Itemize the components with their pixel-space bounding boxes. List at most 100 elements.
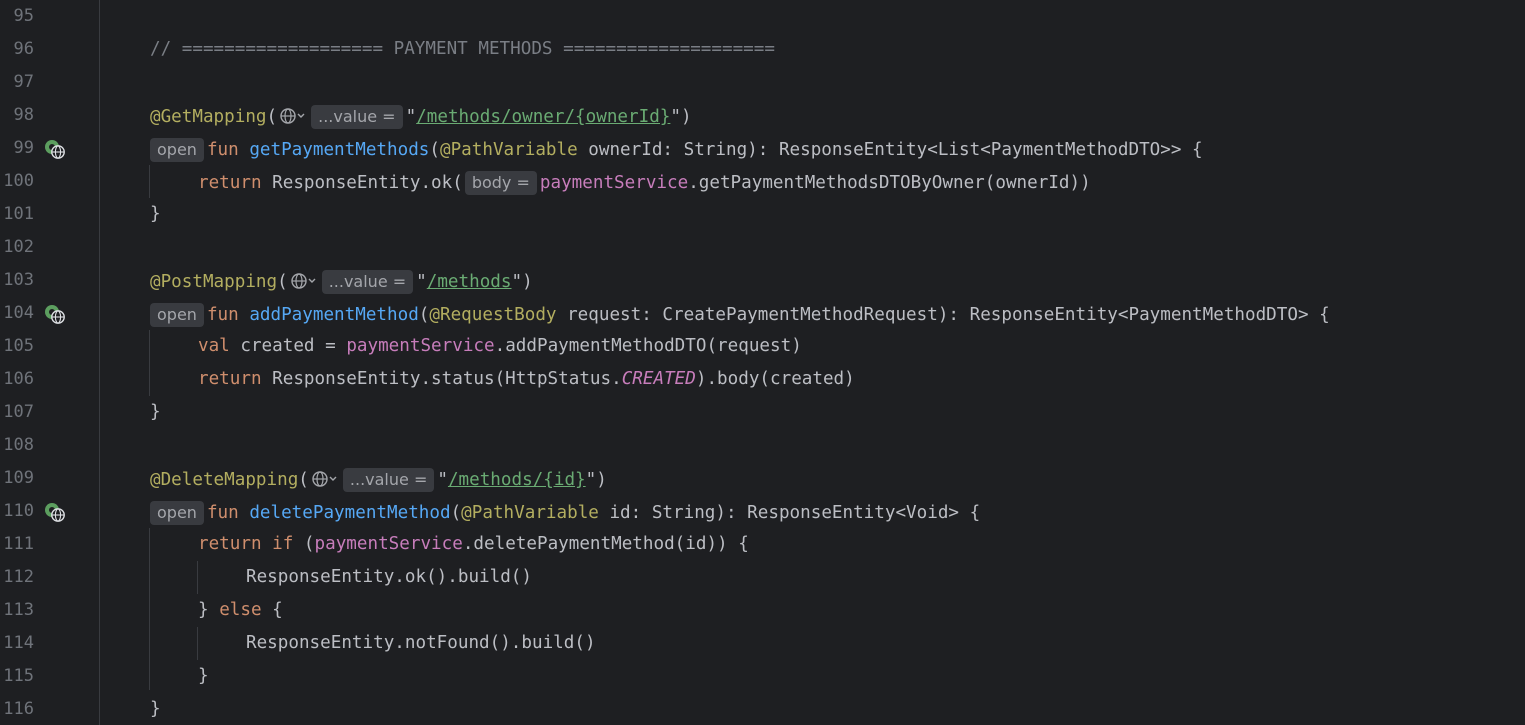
code-text: { xyxy=(261,600,283,620)
code-line[interactable]: 115 } xyxy=(0,660,1525,693)
param-annotation: @RequestBody xyxy=(429,305,557,325)
code-text: .addPaymentMethodDTO(request) xyxy=(494,336,802,356)
line-number: 110 xyxy=(3,501,34,521)
line-number: 100 xyxy=(3,171,34,191)
line-number: 112 xyxy=(3,567,34,587)
enum-constant[interactable]: CREATED xyxy=(622,369,696,389)
code-text: .getPaymentMethodsDTOByOwner(ownerId)) xyxy=(688,173,1091,193)
code-text: ResponseEntity.status(HttpStatus. xyxy=(261,369,622,389)
keyword-fun: fun xyxy=(206,503,239,523)
line-number: 105 xyxy=(3,336,34,356)
code-line[interactable]: 104 open fun addPaymentMethod(@RequestBod… xyxy=(0,297,1525,330)
keyword-else: else xyxy=(219,600,262,620)
keyword-return: return xyxy=(198,173,262,193)
line-number: 115 xyxy=(3,666,34,686)
endpoint-path-link[interactable]: /methods xyxy=(427,272,512,292)
closing-brace: } xyxy=(150,402,161,422)
function-name[interactable]: getPaymentMethods xyxy=(249,140,429,160)
code-text: ResponseEntity.notFound().build() xyxy=(246,633,596,653)
endpoint-path-link[interactable]: /methods/{id} xyxy=(448,470,586,490)
code-line[interactable]: 108 xyxy=(0,429,1525,462)
endpoint-path-link[interactable]: /methods/owner/{ownerId} xyxy=(416,107,670,127)
line-number: 103 xyxy=(3,270,34,290)
signature-rest: id: String): ResponseEntity<Void> { xyxy=(598,503,981,523)
keyword-fun: fun xyxy=(206,140,239,160)
code-line[interactable]: 98 @GetMapping(...value = "/methods/owner… xyxy=(0,99,1525,132)
code-line[interactable]: 114 ResponseEntity.notFound().build() xyxy=(0,627,1525,660)
annotation-get-mapping: @GetMapping xyxy=(150,107,267,127)
open-modifier-hint: open xyxy=(150,303,204,327)
code-text: } xyxy=(198,600,220,620)
field-reference[interactable]: paymentService xyxy=(540,173,688,193)
field-reference[interactable]: paymentService xyxy=(315,534,463,554)
code-line[interactable]: 102 xyxy=(0,231,1525,264)
code-line[interactable]: 105 val created = paymentService.addPaym… xyxy=(0,330,1525,363)
code-line[interactable]: 101 } xyxy=(0,198,1525,231)
code-line[interactable]: 107 } xyxy=(0,396,1525,429)
section-comment: // =================== PAYMENT METHODS =… xyxy=(150,39,775,59)
line-number: 97 xyxy=(13,72,34,92)
code-line[interactable]: 113 } else { xyxy=(0,594,1525,627)
code-line[interactable]: 97 xyxy=(0,66,1525,99)
code-line[interactable]: 100 return ResponseEntity.ok(body = payme… xyxy=(0,165,1525,198)
code-line[interactable]: 96 // =================== PAYMENT METHOD… xyxy=(0,33,1525,66)
code-line[interactable]: 112 ResponseEntity.ok().build() xyxy=(0,561,1525,594)
signature-rest: request: CreatePaymentMethodRequest): Re… xyxy=(556,305,1330,325)
function-name[interactable]: deletePaymentMethod xyxy=(249,503,450,523)
param-annotation: @PathVariable xyxy=(461,503,599,523)
globe-chevron-icon[interactable] xyxy=(290,272,318,296)
line-number: 113 xyxy=(3,600,34,620)
parameter-hint: ...value = xyxy=(321,270,414,294)
code-line[interactable]: 103 @PostMapping(...value = "/methods") xyxy=(0,264,1525,297)
line-number: 111 xyxy=(3,534,34,554)
keyword-if: if xyxy=(272,534,294,554)
line-number: 106 xyxy=(3,369,34,389)
keyword-val: val xyxy=(198,336,230,356)
code-line[interactable]: 109 @DeleteMapping(...value = "/methods/{… xyxy=(0,462,1525,495)
code-line[interactable]: 95 xyxy=(0,0,1525,33)
annotation-post-mapping: @PostMapping xyxy=(150,272,278,292)
code-text: .deletePaymentMethod(id)) { xyxy=(462,534,749,554)
keyword-fun: fun xyxy=(206,305,239,325)
parameter-hint: body = xyxy=(464,171,537,195)
run-endpoint-globe-icon[interactable] xyxy=(44,501,66,523)
run-endpoint-globe-icon[interactable] xyxy=(44,138,66,160)
line-number: 104 xyxy=(3,303,34,323)
line-number: 109 xyxy=(3,468,34,488)
closing-brace: } xyxy=(198,666,209,686)
line-number: 102 xyxy=(3,237,34,257)
code-text: ( xyxy=(293,534,315,554)
code-line[interactable]: 99 open fun getPaymentMethods(@PathVariab… xyxy=(0,132,1525,165)
line-number: 107 xyxy=(3,402,34,422)
field-reference[interactable]: paymentService xyxy=(346,336,494,356)
param-annotation: @PathVariable xyxy=(439,140,578,160)
signature-rest: ownerId: String): ResponseEntity<List<Pa… xyxy=(577,140,1203,160)
line-number: 114 xyxy=(3,633,34,653)
line-number: 101 xyxy=(3,204,34,224)
open-modifier-hint: open xyxy=(150,138,204,162)
open-modifier-hint: open xyxy=(150,501,204,525)
line-number: 98 xyxy=(13,105,34,125)
code-editor[interactable]: 95 96 // =================== PAYMENT MET… xyxy=(0,0,1525,725)
parameter-hint: ...value = xyxy=(342,468,435,492)
parameter-hint: ...value = xyxy=(311,105,403,129)
code-text: ).body(created) xyxy=(695,369,855,389)
line-number: 116 xyxy=(3,699,34,719)
globe-chevron-icon[interactable] xyxy=(311,470,339,494)
run-endpoint-globe-icon[interactable] xyxy=(44,303,66,325)
closing-brace: } xyxy=(150,699,161,719)
keyword-return: return xyxy=(198,534,262,554)
closing-brace: } xyxy=(150,204,161,224)
line-number: 108 xyxy=(3,435,34,455)
code-line[interactable]: 110 open fun deletePaymentMethod(@PathVar… xyxy=(0,495,1525,528)
code-line[interactable]: 106 return ResponseEntity.status(HttpSta… xyxy=(0,363,1525,396)
code-line[interactable]: 111 return if (paymentService.deletePaym… xyxy=(0,528,1525,561)
function-name[interactable]: addPaymentMethod xyxy=(249,305,418,325)
line-number: 99 xyxy=(13,138,34,158)
code-text: ResponseEntity.ok( xyxy=(261,173,463,193)
code-text: ResponseEntity.ok().build() xyxy=(246,567,532,587)
globe-chevron-icon[interactable] xyxy=(279,107,307,131)
line-number: 96 xyxy=(13,39,34,59)
code-text: created = xyxy=(229,336,347,356)
code-line[interactable]: 116 } xyxy=(0,693,1525,725)
